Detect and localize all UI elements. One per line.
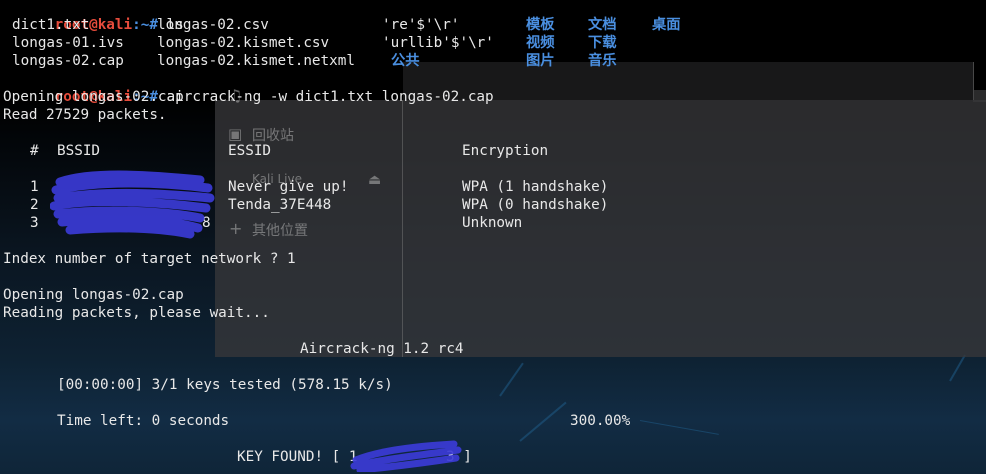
ls-dir: 图片 — [526, 53, 555, 69]
trash-icon: ▣ — [228, 125, 243, 143]
ls-dir: 视频 — [526, 35, 555, 51]
ls-file: 're'$'\r' — [382, 17, 460, 33]
ls-file: longas-02.csv — [157, 17, 269, 33]
network-num: 1 — [30, 179, 39, 195]
time-left: Time left: 0 seconds — [57, 413, 230, 429]
ls-file: 'urllib'$'\r' — [382, 35, 494, 51]
screen: ♫ ▣ 回收站 ⏏ Kali Live + 其他位置 root@kali:~# … — [0, 0, 986, 474]
header-essid: ESSID — [228, 143, 272, 159]
progress-percent: 300.00% — [570, 413, 631, 429]
file-manager-window — [215, 100, 986, 357]
network-essid: Never give up! — [228, 179, 349, 195]
ls-dir: 公共 — [391, 53, 420, 69]
network-encryption: Unknown — [462, 215, 523, 231]
ls-file: longas-01.ivs — [12, 35, 124, 51]
wallpaper-streak — [519, 401, 567, 442]
ls-dir: 文档 — [588, 17, 617, 33]
header-num: # — [30, 143, 39, 159]
reading-packets-line: Reading packets, please wait... — [3, 305, 270, 321]
terminal-line-ls-command: root@kali:~# ls — [3, 0, 184, 33]
ls-file: longas-02.kismet.csv — [157, 35, 330, 51]
key-found-prefix: KEY FOUND! [ 1 — [237, 449, 358, 465]
sidebar-item-other-locations[interactable]: 其他位置 — [252, 220, 308, 240]
ls-dir: 音乐 — [588, 53, 617, 69]
prompt-path: :~# — [132, 17, 158, 33]
network-num: 3 — [30, 215, 39, 231]
bssid-redaction-scribble — [50, 170, 215, 239]
network-num: 2 — [30, 197, 39, 213]
opening-file-line-2: Opening longas-02.cap — [3, 287, 184, 303]
wallpaper-streak — [949, 354, 966, 382]
ls-dir: 模板 — [526, 17, 555, 33]
ls-file: longas-02.kismet.netxml — [157, 53, 355, 69]
opening-file-line: Opening longas-02.cap — [3, 89, 184, 105]
ls-dir: 桌面 — [652, 17, 681, 33]
read-packets-line: Read 27529 packets. — [3, 107, 167, 123]
ls-file: longas-02.cap — [12, 53, 124, 69]
terminal-line-aircrack-command: root@kali:~# aircrack-ng -w dict1.txt lo… — [3, 70, 494, 105]
header-encryption: Encryption — [462, 143, 549, 159]
eject-icon[interactable]: ⏏ — [368, 172, 381, 188]
file-manager-sidebar-divider — [402, 100, 403, 357]
network-encryption: WPA (1 handshake) — [462, 179, 609, 195]
ls-dir: 下载 — [588, 35, 617, 51]
key-redaction-scribble — [350, 440, 462, 472]
aircrack-command: aircrack-ng -w dict1.txt longas-02.cap — [157, 89, 494, 105]
wallpaper-streak — [499, 362, 524, 397]
network-essid: Tenda_37E448 — [228, 197, 332, 213]
keys-tested: [00:00:00] 3/1 keys tested (578.15 k/s) — [57, 377, 393, 393]
plus-icon: + — [229, 219, 243, 238]
aircrack-version: Aircrack-ng 1.2 rc4 — [300, 341, 464, 357]
wallpaper-streak — [639, 420, 719, 435]
ls-file: dict1.txt — [12, 17, 90, 33]
network-encryption: WPA (0 handshake) — [462, 197, 609, 213]
header-bssid: BSSID — [57, 143, 101, 159]
index-prompt-line[interactable]: Index number of target network ? 1 — [3, 250, 296, 268]
